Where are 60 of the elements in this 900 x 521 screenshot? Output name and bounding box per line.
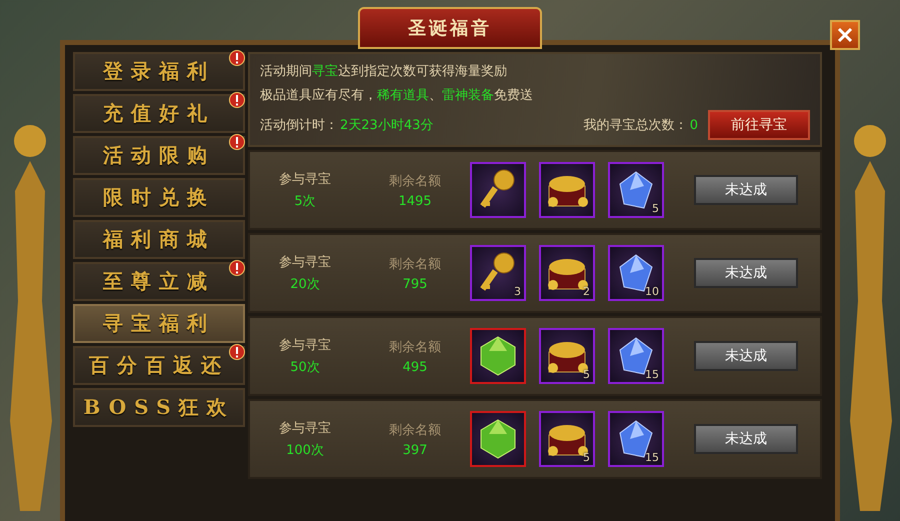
times-value: 100次 [286, 442, 324, 459]
times-value: 20次 [290, 276, 320, 293]
item-count: 3 [514, 285, 521, 298]
item-count: 15 [645, 451, 659, 464]
times-value: 5次 [294, 193, 316, 210]
total-count-value: 0 [690, 118, 698, 132]
times-label: 参与寻宝 [279, 254, 331, 271]
not-achieved-button[interactable]: 未达成 [694, 341, 798, 371]
countdown-value: 2天23小时43分 [340, 117, 434, 134]
quota-value: 1495 [398, 194, 432, 208]
reward-item-slot[interactable]: 10 [608, 245, 664, 301]
sidebar-tab[interactable]: 限时兑换 [73, 178, 245, 217]
reward-item-slot[interactable]: 2 [539, 245, 595, 301]
sidebar-tab[interactable]: 福利商城 [73, 220, 245, 259]
quota-label: 剩余名额 [389, 422, 441, 438]
quota-value: 495 [402, 360, 428, 374]
reward-item-slot[interactable]: 15 [608, 411, 664, 467]
reward-item-slot[interactable] [470, 162, 526, 218]
go-treasure-button[interactable]: 前往寻宝 [708, 110, 810, 140]
crystal-icon [618, 170, 654, 210]
quota-value: 795 [402, 276, 428, 292]
times-label: 参与寻宝 [279, 420, 331, 437]
sidebar-tab[interactable]: 活动限购 [73, 136, 245, 175]
reward-item-slot[interactable]: 5 [539, 411, 595, 467]
reward-item-slot[interactable]: 3 [470, 245, 526, 301]
reward-item-slot[interactable] [470, 328, 526, 384]
quota-label: 剩余名额 [389, 256, 441, 272]
description-text: 极品道具应有尽有，稀有道具、雷神装备免费送 [260, 87, 534, 104]
quota-label: 剩余名额 [389, 338, 441, 356]
close-button[interactable] [830, 20, 860, 50]
description-text: 活动期间寻宝达到指定次数可获得海量奖励 [260, 63, 508, 80]
item-count: 5 [583, 451, 590, 464]
sidebar-tab[interactable]: 百分百返还 [73, 346, 245, 385]
item-count: 15 [645, 368, 659, 381]
item-count: 2 [583, 285, 590, 298]
item-count: 5 [583, 368, 590, 381]
reward-item-slot[interactable] [470, 411, 526, 467]
sidebar-tab[interactable]: 登录福利 [73, 52, 245, 91]
close-icon [837, 27, 853, 43]
reward-item-slot[interactable]: 15 [608, 328, 664, 384]
quota-label: 剩余名额 [389, 172, 441, 190]
reward-item-slot[interactable]: 5 [608, 162, 664, 218]
sidebar-tab[interactable]: 寻宝福利 [73, 304, 245, 343]
reward-item-slot[interactable]: 5 [539, 328, 595, 384]
countdown-label: 活动倒计时： [260, 117, 338, 134]
not-achieved-button[interactable]: 未达成 [694, 258, 798, 288]
item-count: 10 [645, 285, 659, 298]
item-count: 5 [652, 202, 659, 215]
quota-value: 397 [402, 442, 428, 458]
sidebar-tab[interactable]: 充值好礼 [73, 94, 245, 133]
window-title: 圣诞福音 [358, 7, 542, 49]
sidebar-tab[interactable]: BOSS狂欢 [73, 388, 245, 427]
times-value: 50次 [290, 359, 320, 376]
sidebar-tab[interactable]: 至尊立减 [73, 262, 245, 301]
times-label: 参与寻宝 [279, 337, 331, 354]
total-count-label: 我的寻宝总次数： [584, 117, 688, 134]
not-achieved-button[interactable]: 未达成 [694, 424, 798, 454]
times-label: 参与寻宝 [279, 171, 331, 188]
not-achieved-button[interactable]: 未达成 [694, 175, 798, 205]
reward-item-slot[interactable] [539, 162, 595, 218]
